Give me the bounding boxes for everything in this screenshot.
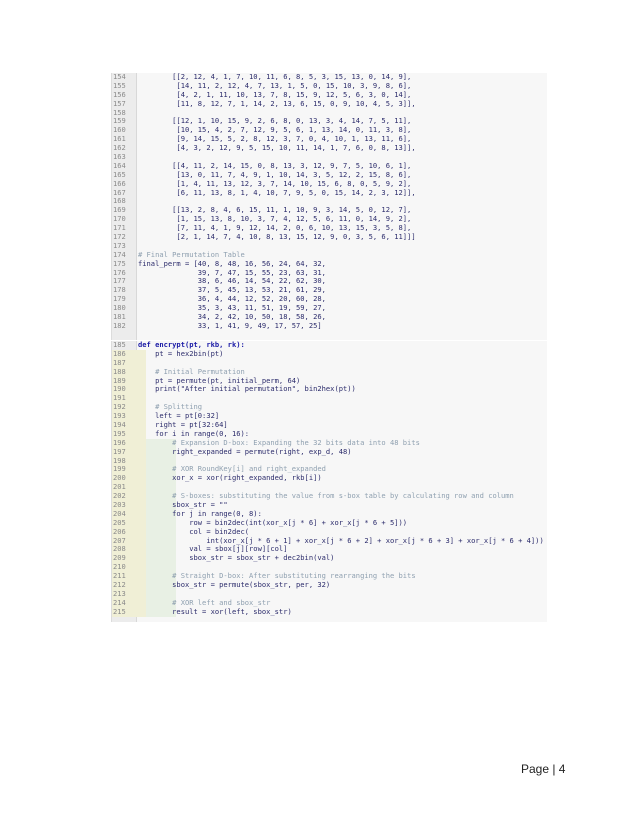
- code-text: sbox_str = sbox_str + dec2bin(val): [138, 553, 335, 563]
- code-text: right_expanded = permute(right, exp_d, 4…: [138, 446, 352, 456]
- code-text: sbox_str = permute(sbox_str, per, 32): [138, 580, 331, 590]
- code-lines: 154 [[2, 12, 4, 1, 7, 10, 11, 6, 8, 5, 3…: [112, 72, 547, 331]
- page-number: Page | 4: [521, 762, 566, 776]
- code-line: 162 [4, 3, 2, 12, 9, 5, 15, 10, 11, 14, …: [112, 143, 547, 153]
- code-text: result = xor(left, sbox_str): [138, 606, 292, 616]
- code-text: [2, 1, 14, 7, 4, 10, 8, 13, 15, 12, 9, 0…: [138, 232, 416, 242]
- code-line: 212 sbox_str = permute(sbox_str, per, 32…: [112, 580, 547, 590]
- code-line: 186 pt = hex2bin(pt): [112, 348, 547, 359]
- code-text: 33, 1, 41, 9, 49, 17, 57, 25]: [138, 320, 322, 330]
- code-listing-sbox-and-final-perm: 154 [[2, 12, 4, 1, 7, 10, 11, 6, 8, 5, 3…: [111, 72, 547, 340]
- code-text: [11, 8, 12, 7, 1, 14, 2, 13, 6, 15, 0, 9…: [138, 98, 416, 108]
- code-text: [6, 11, 13, 8, 1, 4, 10, 7, 9, 5, 0, 15,…: [138, 187, 416, 197]
- code-line: 190 print("After initial permutation", b…: [112, 384, 547, 395]
- code-line: 215 result = xor(left, sbox_str): [112, 606, 547, 617]
- code-text: print("After initial permutation", bin2h…: [138, 384, 356, 394]
- code-line: 197 right_expanded = permute(right, exp_…: [112, 446, 547, 457]
- code-listing-encrypt-function: 185 def encrypt(pt, rkb, rk): 186 pt = hex…: [111, 340, 547, 622]
- code-line: 167 [6, 11, 13, 8, 1, 4, 10, 7, 9, 5, 0,…: [112, 187, 547, 198]
- code-line: 157 [11, 8, 12, 7, 1, 14, 2, 13, 6, 15, …: [112, 98, 547, 109]
- code-line: 172 [2, 1, 14, 7, 4, 10, 8, 13, 15, 12, …: [112, 232, 547, 242]
- code-text: xor_x = xor(right_expanded, rkb[i]): [138, 473, 322, 483]
- line-number: 182: [113, 320, 126, 330]
- code-line: 209 sbox_str = sbox_str + dec2bin(val): [112, 553, 547, 564]
- code-text: pt = hex2bin(pt): [138, 348, 224, 358]
- code-line: 200 xor_x = xor(right_expanded, rkb[i]): [112, 473, 547, 484]
- code-text: [4, 3, 2, 12, 9, 5, 15, 10, 11, 14, 1, 7…: [138, 143, 416, 153]
- line-number: 215: [113, 606, 126, 616]
- code-line: 182 33, 1, 41, 9, 49, 17, 57, 25]: [112, 320, 547, 331]
- code-lines: 185 def encrypt(pt, rkb, rk): 186 pt = hex…: [112, 340, 547, 617]
